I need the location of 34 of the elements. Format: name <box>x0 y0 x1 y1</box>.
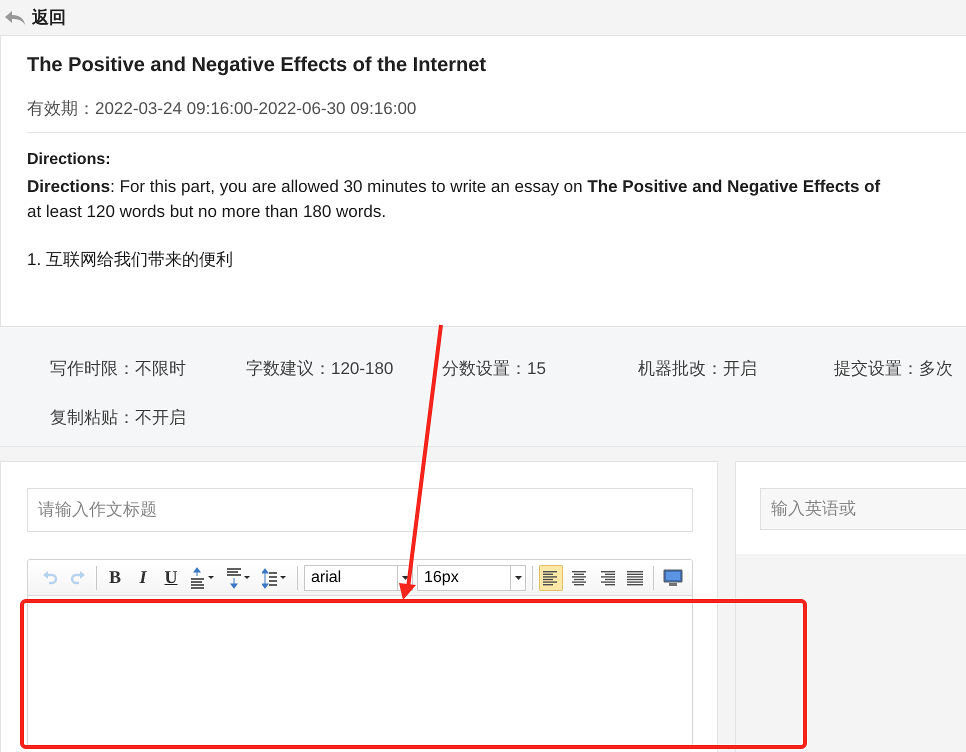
justify-icon <box>626 568 644 586</box>
setting-text: 机器批改：开启 <box>638 358 758 380</box>
align-button[interactable] <box>539 564 563 590</box>
setting-text: 字数建议：120-180 <box>246 358 394 380</box>
align-right-icon <box>598 568 616 586</box>
underline-button[interactable]: U <box>159 564 183 590</box>
setting-text: 分数设置：15 <box>442 358 547 380</box>
back-arrow-icon <box>4 10 26 26</box>
outline-item: 1. 互联网给我们带来的便利 <box>27 249 234 271</box>
assignment-title: The Positive and Negative Effects of the Internet <box>27 54 487 77</box>
setting-text: 复制粘贴：不开启 <box>50 406 187 428</box>
monitor-icon <box>663 568 683 586</box>
caret-icon <box>402 576 408 580</box>
dropdown[interactable]: 16px <box>417 564 526 590</box>
directions-text: Directions: For this part, you are allowed 30 minutes to write an essay on The Positive and Negative Effects of at least 120 words but no more than 180 words. <box>27 176 882 223</box>
align-center-icon <box>570 568 588 586</box>
back-button[interactable]: 返回 <box>4 6 66 29</box>
dropdown[interactable]: arial <box>304 564 413 590</box>
title-input[interactable]: 请输入作文标题 <box>27 488 693 532</box>
setting-text: 写作时限：不限时 <box>50 358 187 380</box>
spacing-icon <box>226 566 252 588</box>
redo-icon <box>70 570 86 586</box>
editor-area[interactable] <box>27 595 693 747</box>
setting-text: 提交设置：多次 <box>834 358 954 380</box>
align-left-icon <box>542 568 560 586</box>
spacing-icon <box>190 566 216 588</box>
undo-icon <box>42 570 58 586</box>
input-field[interactable]: 输入英语或 <box>760 488 966 530</box>
italic-button[interactable]: I <box>131 564 155 590</box>
directions-heading: Directions: <box>27 151 112 169</box>
validity-period: 有效期：2022-03-24 09:16:00-2022-06-30 09:16:00 <box>27 97 966 133</box>
bold-button[interactable]: B <box>103 564 127 590</box>
caret-icon <box>514 576 522 580</box>
line-height-icon <box>262 566 288 588</box>
